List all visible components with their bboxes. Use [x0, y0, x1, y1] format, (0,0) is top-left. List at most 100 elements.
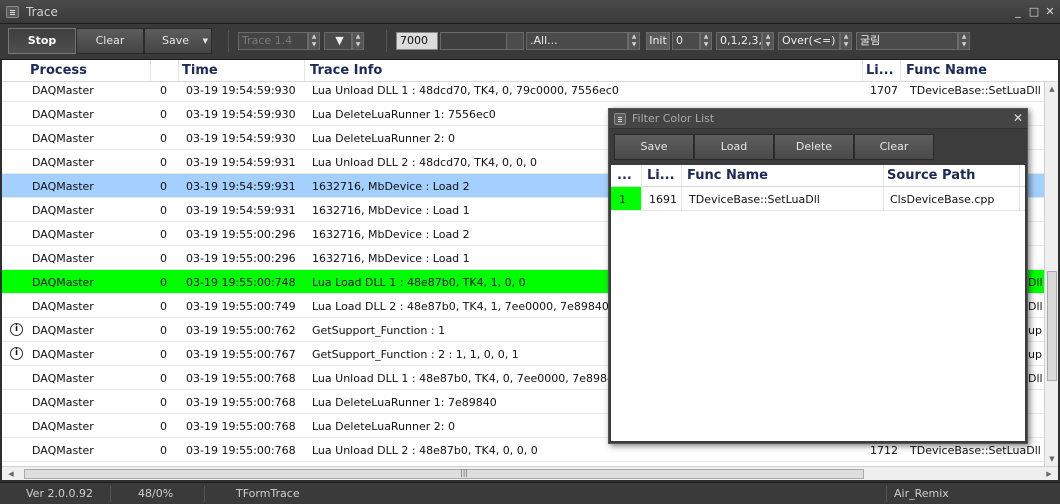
row-trace-info: 1632716, MbDevice : Load 1 — [312, 252, 470, 265]
trace-select[interactable]: Trace 1.4 — [238, 32, 308, 50]
row-time: 03-19 19:55:00:768 — [186, 420, 296, 433]
column-header-process[interactable]: Process — [30, 63, 87, 78]
row-trace-info: Lua Unload DLL 1 : 48dcd70, TK4, 0, 79c0… — [312, 84, 619, 97]
level-mode-spin[interactable]: ▲ ▼ — [840, 32, 852, 50]
row-func-name: Dll — [1028, 300, 1043, 313]
column-header-line[interactable]: Li... — [866, 63, 894, 78]
row-thread: 0 — [160, 156, 167, 169]
dialog-close-icon[interactable]: ✕ — [1013, 111, 1023, 125]
grip-icon: ||| — [460, 468, 469, 477]
init-value-input[interactable]: 0 — [672, 32, 700, 50]
levels-input[interactable]: 0,1,2,3, — [716, 32, 762, 50]
scroll-right-icon[interactable]: ▶ — [1042, 467, 1056, 481]
row-time: 03-19 19:55:00:762 — [186, 324, 296, 337]
search-button[interactable] — [506, 32, 524, 50]
column-header-trace-info[interactable]: Trace Info — [310, 63, 382, 78]
row-process: DAQMaster — [32, 444, 94, 457]
scroll-down-icon[interactable]: ▼ — [1045, 452, 1058, 466]
init-button[interactable]: Init — [646, 32, 670, 50]
trace-spin[interactable]: ▲ ▼ — [308, 32, 320, 50]
dialog-delete-button[interactable]: Delete — [774, 134, 854, 160]
dialog-title-bar[interactable]: Filter Color List ✕ — [609, 109, 1027, 129]
column-header-func-name[interactable]: Func Name — [687, 168, 768, 183]
column-header-func-name[interactable]: Func Name — [906, 63, 987, 78]
filter-spin[interactable]: ▲ ▼ — [352, 32, 364, 50]
row-thread: 0 — [160, 228, 167, 241]
row-line: 1707 — [870, 84, 898, 97]
horizontal-scrollbar[interactable]: ◀ ||| ▶ — [2, 466, 1058, 480]
clear-button[interactable]: Clear — [76, 28, 144, 54]
column-header-time[interactable]: Time — [182, 63, 218, 78]
row-process: DAQMaster — [32, 348, 94, 361]
toolbar-separator — [386, 30, 387, 52]
filter-color-grid[interactable]: ... Li... Func Name Source Path 1 1691 T… — [611, 165, 1025, 441]
process-filter-spin[interactable]: ▲ ▼ — [628, 32, 640, 50]
scroll-up-icon[interactable]: ▲ — [1045, 82, 1058, 96]
filter-row[interactable]: 1 1691 TDeviceBase::SetLuaDll ClsDeviceB… — [611, 187, 1025, 211]
version-label: Ver 2.0.0.92 — [26, 487, 93, 500]
row-time: 03-19 19:55:00:296 — [186, 228, 296, 241]
minimize-icon[interactable]: _ — [1012, 6, 1024, 18]
row-trace-info: Lua Load DLL 2 : 48e87b0, TK4, 1, 7ee000… — [312, 300, 609, 313]
row-time: 03-19 19:54:59:931 — [186, 180, 296, 193]
save-button-label: Save — [162, 34, 190, 47]
trace-window: Trace _ □ ✕ Stop Clear Save ▼ Trace 1.4 ▲… — [0, 0, 1060, 504]
save-button[interactable]: Save ▼ — [144, 28, 212, 54]
row-time: 03-19 19:55:00:748 — [186, 276, 296, 289]
filter-down-icon[interactable]: ▼ — [324, 32, 352, 50]
row-time: 03-19 19:54:59:930 — [186, 84, 296, 97]
row-process: DAQMaster — [32, 180, 94, 193]
buffer-input[interactable]: 7000 — [396, 32, 438, 50]
row-thread: 0 — [160, 276, 167, 289]
table-row[interactable]: DAQMaster 0 03-19 19:54:59:930 Lua Unload D… — [2, 78, 1044, 102]
filter-line: 1691 — [649, 193, 677, 206]
row-process: DAQMaster — [32, 300, 94, 313]
row-time: 03-19 19:55:00:768 — [186, 396, 296, 409]
dialog-grid-header: ... Li... Func Name Source Path — [611, 165, 1025, 187]
column-header-source-path[interactable]: Source Path — [887, 168, 975, 183]
color-swatch[interactable] — [611, 187, 641, 210]
row-line: 1712 — [870, 444, 898, 457]
stop-button[interactable]: Stop — [8, 28, 76, 54]
row-func-name: up — [1028, 348, 1042, 361]
row-time: 03-19 19:54:59:930 — [186, 132, 296, 145]
vertical-scrollbar[interactable]: ▲ ▼ — [1044, 82, 1058, 466]
process-filter-select[interactable]: .All... — [526, 32, 628, 50]
dropdown-arrow-icon: ▼ — [202, 37, 208, 45]
font-spin[interactable]: ▲ ▼ — [958, 32, 970, 50]
row-time: 03-19 19:54:59:931 — [186, 156, 296, 169]
row-thread: 0 — [160, 444, 167, 457]
dialog-menu-icon[interactable] — [614, 113, 626, 125]
column-header-color[interactable]: ... — [617, 168, 632, 183]
app-menu-icon[interactable] — [6, 6, 19, 18]
vertical-scroll-thumb[interactable] — [1047, 271, 1057, 381]
dialog-load-button[interactable]: Load — [694, 134, 774, 160]
maximize-icon[interactable]: □ — [1028, 6, 1040, 18]
form-label: TFormTrace — [236, 487, 300, 500]
close-icon[interactable]: ✕ — [1044, 6, 1056, 18]
level-mode-select[interactable]: Over(<=) — [778, 32, 840, 50]
filter-color-dialog[interactable]: Filter Color List ✕ Save Load Delete Cle… — [608, 108, 1028, 444]
column-header-line[interactable]: Li... — [647, 168, 675, 183]
color-index: 1 — [619, 193, 626, 206]
row-process: DAQMaster — [32, 396, 94, 409]
row-trace-info: Lua DeleteLuaRunner 1: 7556ec0 — [312, 108, 496, 121]
scroll-left-icon[interactable]: ◀ — [4, 467, 18, 481]
status-separator — [886, 486, 887, 502]
status-separator — [110, 486, 111, 502]
dialog-title: Filter Color List — [632, 112, 715, 125]
row-thread: 0 — [160, 132, 167, 145]
dialog-save-button[interactable]: Save — [614, 134, 694, 160]
row-thread: 0 — [160, 252, 167, 265]
row-thread: 0 — [160, 396, 167, 409]
horizontal-scroll-thumb[interactable]: ||| — [24, 468, 864, 479]
title-bar[interactable]: Trace _ □ ✕ — [0, 0, 1060, 24]
filter-source: ClsDeviceBase.cpp — [890, 193, 995, 206]
row-func-name: TDeviceBase::SetLuaDll — [910, 444, 1041, 457]
dialog-clear-button[interactable]: Clear — [854, 134, 934, 160]
levels-spin[interactable]: ▲ ▼ — [762, 32, 774, 50]
row-process: DAQMaster — [32, 84, 94, 97]
init-spin[interactable]: ▲ ▼ — [700, 32, 712, 50]
row-trace-info: Lua Unload DLL 2 : 48dcd70, TK4, 0, 0, 0 — [312, 156, 538, 169]
font-select[interactable]: 굴림 — [856, 32, 958, 50]
